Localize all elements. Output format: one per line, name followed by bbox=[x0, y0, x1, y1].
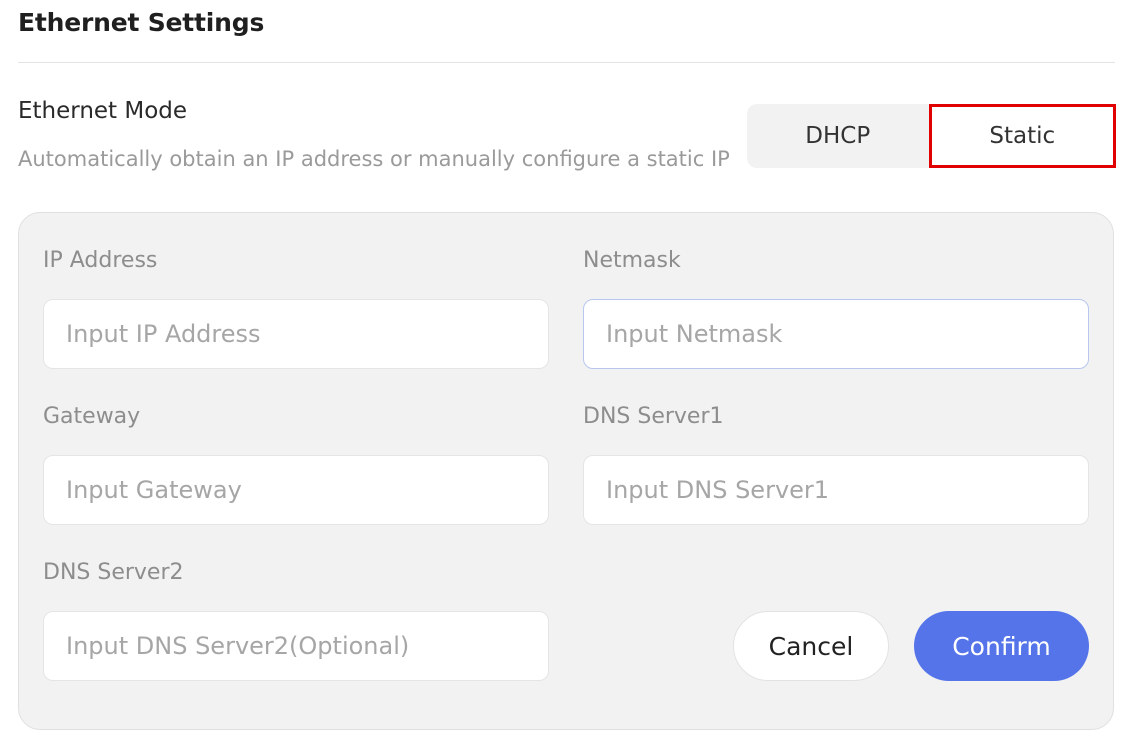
dns-server2-input[interactable] bbox=[43, 611, 549, 681]
ethernet-mode-toggle: DHCP Static bbox=[747, 104, 1116, 168]
title-divider bbox=[18, 62, 1115, 63]
ethernet-mode-description: Automatically obtain an IP address or ma… bbox=[18, 147, 730, 171]
dns-server1-input[interactable] bbox=[583, 455, 1089, 525]
gateway-input[interactable] bbox=[43, 455, 549, 525]
mode-option-dhcp[interactable]: DHCP bbox=[747, 104, 929, 168]
ethernet-mode-title: Ethernet Mode bbox=[18, 98, 188, 124]
dns-server1-label: DNS Server1 bbox=[583, 404, 724, 429]
gateway-label: Gateway bbox=[43, 404, 141, 429]
netmask-label: Netmask bbox=[583, 248, 681, 273]
dns-server2-label: DNS Server2 bbox=[43, 560, 184, 585]
netmask-input[interactable] bbox=[583, 299, 1089, 369]
mode-option-static[interactable]: Static bbox=[928, 104, 1116, 168]
ip-address-input[interactable] bbox=[43, 299, 549, 369]
cancel-button[interactable]: Cancel bbox=[733, 611, 889, 681]
page-title: Ethernet Settings bbox=[18, 8, 265, 37]
confirm-button[interactable]: Confirm bbox=[914, 611, 1089, 681]
ip-address-label: IP Address bbox=[43, 248, 158, 273]
